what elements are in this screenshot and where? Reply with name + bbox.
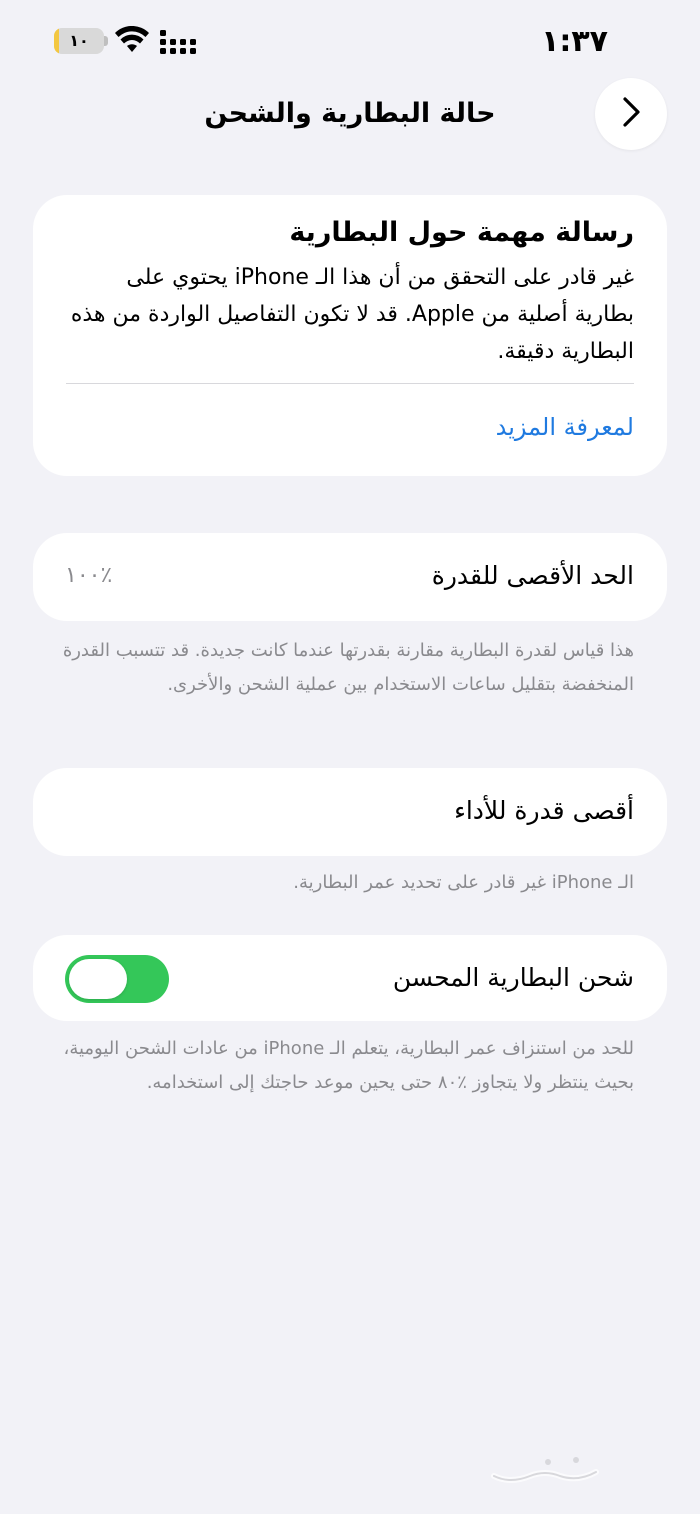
navigation-bar: حالة البطارية والشحن — [0, 78, 700, 150]
haraj-watermark-logo — [490, 1450, 600, 1494]
optimized-charging-toggle[interactable] — [65, 955, 169, 1003]
optimized-charging-row: شحن البطارية المحسن — [33, 935, 667, 1021]
peak-performance-row: أقصى قدرة للأداء — [33, 768, 667, 856]
status-bar: ١:٣٧ ١٠ — [0, 0, 700, 80]
battery-notice-card: رسالة مهمة حول البطارية غير قادر على الت… — [33, 195, 667, 476]
battery-tip — [104, 36, 108, 46]
maximum-capacity-label: الحد الأقصى للقدرة — [431, 561, 634, 590]
wifi-icon — [114, 25, 150, 58]
notice-title: رسالة مهمة حول البطارية — [289, 217, 634, 248]
status-time: ١:٣٧ — [541, 24, 608, 59]
battery-percentage: ١٠ — [69, 31, 89, 50]
learn-more-link[interactable]: لمعرفة المزيد — [496, 413, 634, 441]
divider — [66, 383, 634, 384]
back-button[interactable] — [595, 78, 667, 150]
maximum-capacity-footnote: هذا قياس لقدرة البطارية مقارنة بقدرتها ع… — [62, 640, 634, 695]
maximum-capacity-value: ٪١٠٠ — [65, 563, 113, 588]
peak-performance-label: أقصى قدرة للأداء — [454, 796, 634, 825]
notice-body: غير قادر على التحقق من أن هذا الـ iPhone… — [70, 265, 634, 364]
optimized-charging-label: شحن البطارية المحسن — [392, 963, 634, 992]
optimized-charging-footnote: للحد من استنزاف عمر البطارية، يتعلم الـ … — [63, 1038, 634, 1093]
maximum-capacity-row: الحد الأقصى للقدرة ٪١٠٠ — [33, 533, 667, 621]
chevron-right-icon — [620, 95, 642, 133]
peak-performance-footnote: الـ iPhone غير قادر على تحديد عمر البطار… — [293, 872, 634, 893]
toggle-knob — [69, 959, 127, 999]
cellular-signal-icon — [160, 30, 198, 58]
